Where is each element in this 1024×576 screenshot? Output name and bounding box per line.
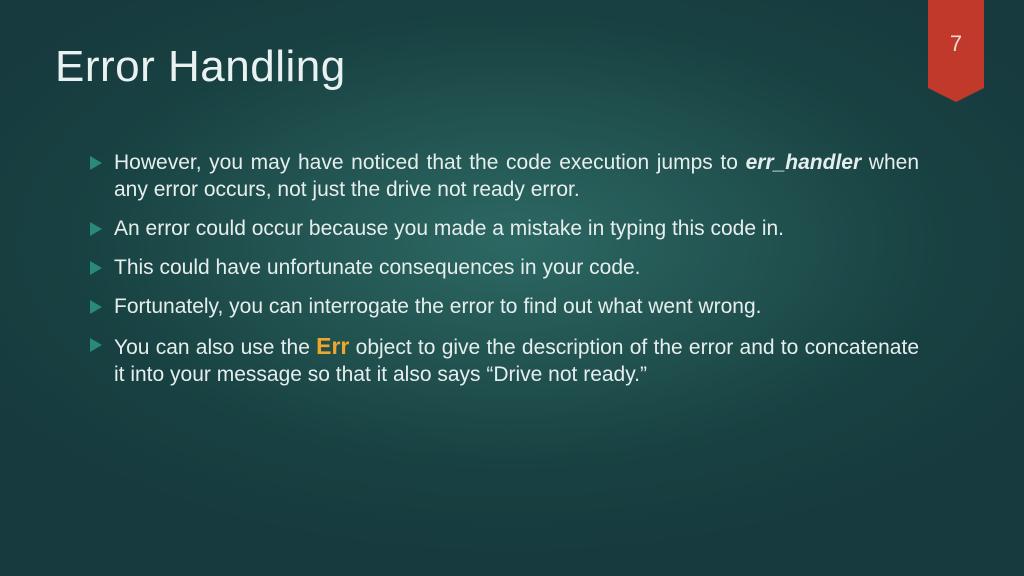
list-item: This could have unfortunate consequences… [90, 255, 919, 282]
slide-number-ribbon: 7 [928, 0, 984, 88]
text-fragment: However, you may have noticed that the c… [114, 151, 746, 174]
slide: 7 Error Handling However, you may have n… [0, 0, 1024, 576]
emphasis-err-handler: err_handler [746, 151, 862, 174]
bullet-text: Fortunately, you can interrogate the err… [114, 294, 919, 321]
slide-number: 7 [950, 31, 962, 57]
bullet-text: An error could occur because you made a … [114, 216, 919, 243]
triangle-right-icon [90, 338, 102, 352]
slide-body: However, you may have noticed that the c… [90, 150, 919, 401]
list-item: However, you may have noticed that the c… [90, 150, 919, 204]
triangle-right-icon [90, 300, 102, 314]
list-item: Fortunately, you can interrogate the err… [90, 294, 919, 321]
bullet-text: This could have unfortunate consequences… [114, 255, 919, 282]
triangle-right-icon [90, 222, 102, 236]
bullet-text: However, you may have noticed that the c… [114, 150, 919, 204]
page-title: Error Handling [55, 42, 346, 92]
bullet-text: You can also use the Err object to give … [114, 332, 919, 389]
list-item: You can also use the Err object to give … [90, 332, 919, 389]
text-fragment: You can also use the [114, 336, 316, 359]
list-item: An error could occur because you made a … [90, 216, 919, 243]
triangle-right-icon [90, 156, 102, 170]
emphasis-err-object: Err [316, 333, 349, 359]
triangle-right-icon [90, 261, 102, 275]
